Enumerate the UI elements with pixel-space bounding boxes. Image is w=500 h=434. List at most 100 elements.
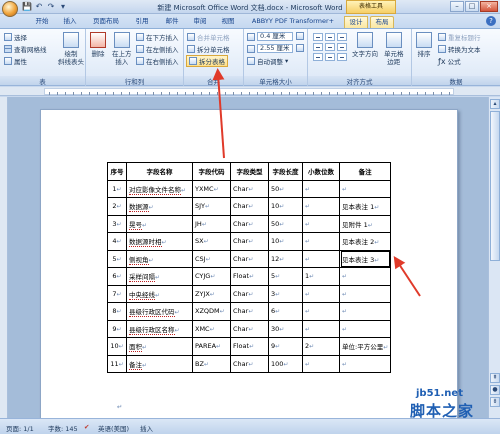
customize-qat-icon[interactable]: ▾ [58,2,68,12]
vertical-ruler[interactable] [0,97,8,418]
column-width-input[interactable]: 2.55 厘米 [257,44,293,53]
table-cell[interactable]: 对应影像文件名称↵ [126,179,193,198]
table-cell[interactable]: XZQDM↵ [192,302,231,321]
scroll-thumb[interactable] [490,111,500,261]
table-cell[interactable]: 1↵ [302,267,340,286]
table-cell[interactable]: Char↵ [230,232,269,251]
table-cell[interactable]: 2↵ [107,197,127,216]
browse-object-button[interactable]: ● [490,385,500,395]
text-direction-button[interactable]: 文字方向 [352,32,378,58]
table-cell[interactable]: ↵ [338,302,392,321]
convert-to-text-button[interactable]: 转换为文本 [438,44,481,54]
view-gridlines-button[interactable]: 查看网格线 [4,44,47,54]
table-cell[interactable]: 侧视角↵ [126,249,193,268]
table-cell[interactable]: ↵ [338,284,392,303]
table-cell[interactable]: JH↵ [192,214,231,233]
next-page-button[interactable]: ⇟ [490,397,500,407]
tab-design[interactable]: 设计 [344,16,368,28]
table-cell[interactable]: ↵ [338,179,392,198]
table-cell[interactable]: 11↵ [107,354,127,373]
undo-icon[interactable]: ↶ [34,2,44,12]
table-cell[interactable]: 9↵ [107,319,127,338]
tab-mailings[interactable]: 邮件 [160,16,184,28]
table-cell[interactable]: 见本表注 3↵ [338,249,392,268]
table-cell[interactable]: Float↵ [230,337,269,356]
tab-insert[interactable]: 插入 [58,16,82,28]
merge-cells-button[interactable]: 合并单元格 [187,32,230,42]
table-cell[interactable]: ↵ [338,319,392,338]
close-button[interactable]: × [480,1,498,12]
table-cell[interactable]: 100↵ [268,354,303,373]
proofing-icon[interactable]: ✔ [84,423,89,431]
table-cell[interactable]: 30↵ [268,319,303,338]
table-cell[interactable]: 8↵ [107,302,127,321]
table-cell[interactable]: SX↵ [192,232,231,251]
table-cell[interactable]: 4↵ [107,232,127,251]
scroll-up-button[interactable]: ▴ [490,99,500,109]
sort-button[interactable]: 排序 [416,32,432,58]
table-cell[interactable]: 5↵ [268,267,303,286]
tab-review[interactable]: 审阅 [188,16,212,28]
table-cell[interactable]: 6↵ [107,267,127,286]
table-cell[interactable]: ↵ [338,267,392,286]
table-cell[interactable]: ↵ [302,232,340,251]
language-indicator[interactable]: 英语(美国) [98,423,129,433]
cell-margins-button[interactable]: 单元格 边距 [384,32,404,66]
header-cell[interactable]: 字段类型 [230,162,269,181]
table-cell[interactable]: 6↵ [268,302,303,321]
header-cell[interactable]: 字段长度 [268,162,303,181]
table-cell[interactable]: ↵ [302,214,340,233]
table-cell[interactable]: 1↵ [107,179,127,198]
table-cell[interactable]: ↵ [302,284,340,303]
tab-layout[interactable]: 布局 [370,16,394,28]
align-middle-center-icon[interactable] [325,43,335,51]
table-cell[interactable]: ↵ [302,249,340,268]
table-cell[interactable]: PAREA↵ [192,337,231,356]
table-cell[interactable]: 备注↵ [126,354,193,373]
autofit-button[interactable]: 自动调整 ▾ [247,56,288,66]
table-cell[interactable]: 晃号↵ [126,214,193,233]
table-cell[interactable]: 50↵ [268,179,303,198]
distribute-columns-icon[interactable] [296,44,304,52]
table-cell[interactable]: Char↵ [230,284,269,303]
table-cell[interactable]: 12↵ [268,249,303,268]
split-cells-button[interactable]: 拆分单元格 [187,44,230,54]
office-button[interactable] [2,1,18,17]
table-cell[interactable]: 3↵ [268,284,303,303]
table-cell[interactable]: 采样间隔↵ [126,267,193,286]
align-bottom-left-icon[interactable] [313,53,323,61]
header-cell[interactable]: 字段代码 [192,162,231,181]
page-indicator[interactable]: 页面: 1/1 [6,423,34,433]
formula-button[interactable]: ƒx 公式 [438,56,461,67]
table-cell[interactable]: Char↵ [230,302,269,321]
align-middle-right-icon[interactable] [337,43,347,51]
table-cell[interactable]: 3↵ [107,214,127,233]
table-cell[interactable]: ↵ [302,319,340,338]
distribute-rows-icon[interactable] [296,32,304,40]
table-cell[interactable]: 10↵ [268,232,303,251]
table-cell[interactable]: 见本表注 1↵ [338,197,392,216]
insert-left-button[interactable]: 在左侧插入 [136,44,179,54]
table-cell[interactable]: ↵ [302,197,340,216]
table-cell[interactable]: Char↵ [230,249,269,268]
delete-button[interactable]: 删除 [90,32,106,58]
insert-right-button[interactable]: 在右侧插入 [136,56,179,66]
tab-home[interactable]: 开始 [30,16,54,28]
header-cell[interactable]: 字段名称 [126,162,193,181]
header-cell[interactable]: 备注 [338,162,392,181]
header-cell[interactable]: 小数位数 [302,162,340,181]
table-cell[interactable]: Char↵ [230,354,269,373]
horizontal-ruler[interactable] [0,87,500,96]
table-cell[interactable]: ↵ [302,354,340,373]
table-cell[interactable]: 县级行政区代码↵ [126,302,193,321]
select-button[interactable]: 选择 [4,32,27,42]
table-cell[interactable]: 面积↵ [126,337,193,356]
save-icon[interactable]: 💾 [22,2,32,12]
table-cell[interactable]: 10↵ [268,197,303,216]
vertical-scrollbar[interactable]: ▴ ⇞ ● ⇟ [488,97,500,418]
align-top-right-icon[interactable] [337,33,347,41]
minimize-button[interactable]: – [450,1,464,12]
table-cell[interactable]: 9↵ [268,337,303,356]
properties-button[interactable]: 属性 [4,56,27,66]
table-cell[interactable]: Char↵ [230,319,269,338]
